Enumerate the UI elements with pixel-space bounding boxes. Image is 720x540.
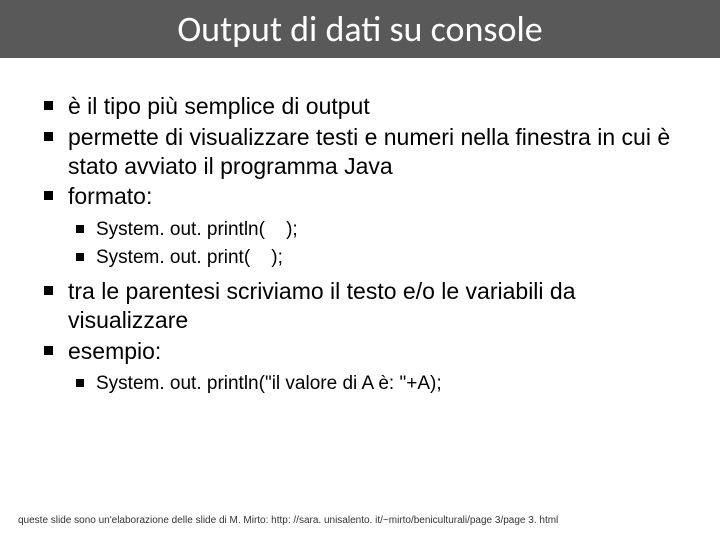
bullet-item: permette di visualizzare testi e numeri … [38, 123, 690, 181]
bullet-text: esempio: [68, 338, 161, 364]
bullet-item: tra le parentesi scriviamo il testo e/o … [38, 277, 690, 335]
slide-title: Output di dati su console [177, 7, 542, 51]
bullet-text: formato: [68, 183, 152, 209]
sub-bullet-item: System. out. print( ); [68, 245, 690, 272]
slide: Output di dati su console è il tipo più … [0, 0, 720, 540]
sub-bullet-item: System. out. println( ); [68, 217, 690, 244]
bullet-item: è il tipo più semplice di output [38, 92, 690, 121]
slide-body: è il tipo più semplice di output permett… [0, 58, 720, 398]
sub-bullet-item: System. out. println("il valore di A è: … [68, 371, 690, 398]
bullet-item: esempio: System. out. println("il valore… [38, 337, 690, 398]
bullet-item: formato: System. out. println( ); System… [38, 182, 690, 271]
title-bar: Output di dati su console [0, 0, 720, 58]
slide-footer: queste slide sono un'elaborazione delle … [18, 515, 702, 526]
